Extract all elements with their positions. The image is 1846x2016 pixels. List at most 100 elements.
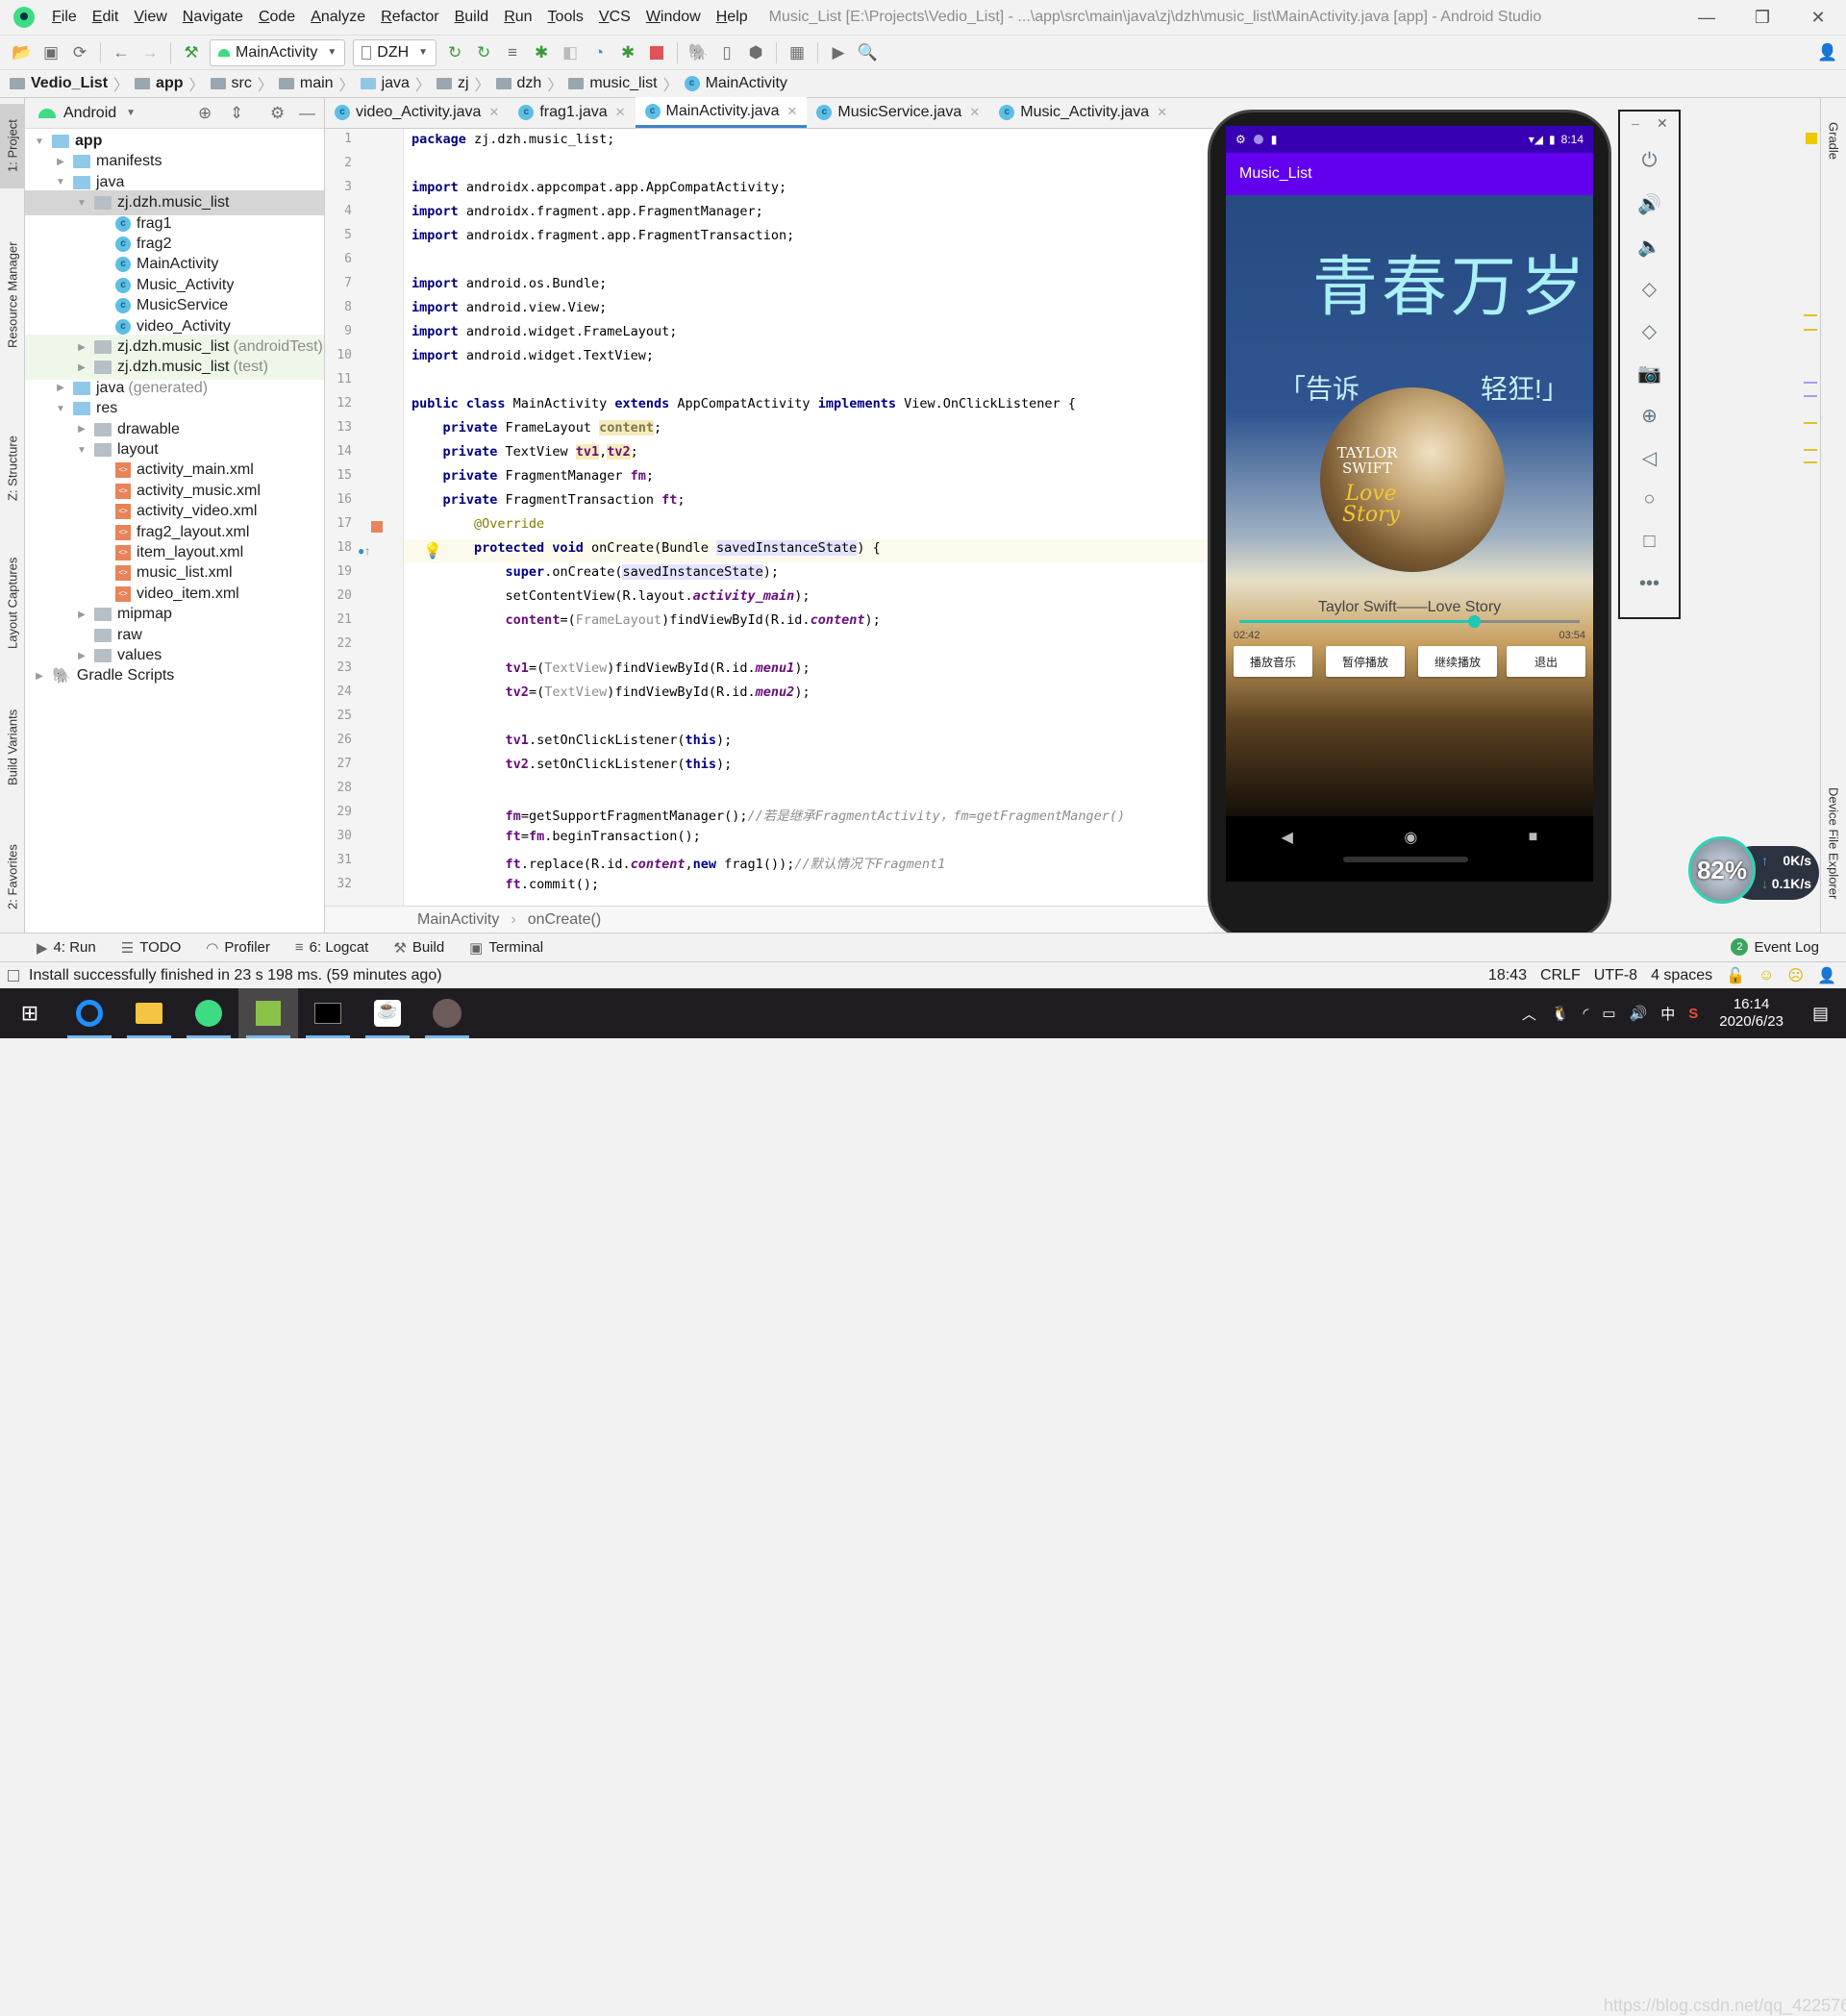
smile-feedback-icon[interactable]: ☺ — [1759, 967, 1774, 984]
code-line[interactable]: ft.replace(R.id.content,new frag1());//默… — [412, 853, 946, 872]
editor-scrollbar[interactable] — [1804, 129, 1817, 906]
lock-icon[interactable]: 🔓 — [1726, 966, 1745, 985]
expand-right-icon[interactable]: ▶ — [75, 610, 88, 620]
lightbulb-icon[interactable]: 💡 — [423, 541, 442, 560]
tab-structure[interactable]: Z: Structure — [0, 415, 25, 521]
tool-windows-toggle-icon[interactable] — [8, 969, 19, 982]
forward-arrow-icon[interactable]: → — [137, 40, 162, 65]
code-line[interactable]: import android.widget.FrameLayout; — [412, 324, 677, 339]
rotate-right-icon[interactable]: ◇ — [1620, 319, 1679, 343]
user-icon[interactable]: 👤 — [1815, 40, 1840, 65]
layout-xml-gutter-icon[interactable] — [371, 521, 383, 533]
code-line[interactable]: super.onCreate(savedInstanceState); — [412, 564, 779, 580]
expand-right-icon[interactable]: ▶ — [33, 671, 46, 682]
breadcrumb-item[interactable]: app — [135, 75, 184, 92]
code-line[interactable]: tv2=(TextView)findViewById(R.id.menu2); — [412, 684, 811, 700]
expand-right-icon[interactable]: ▶ — [75, 362, 88, 373]
breadcrumb-item[interactable]: src — [210, 75, 252, 92]
volume-icon[interactable]: 🔊 — [1630, 1005, 1648, 1022]
play-music-button[interactable]: 播放音乐 — [1234, 646, 1312, 677]
code-line[interactable]: import androidx.fragment.app.FragmentTra… — [412, 228, 794, 243]
tab-device-file-explorer[interactable]: Device File Explorer — [1821, 771, 1846, 915]
avd-manager-icon[interactable]: ▯ — [714, 40, 739, 65]
code-line[interactable]: private FragmentManager fm; — [412, 468, 654, 484]
code-line[interactable]: package zj.dzh.music_list; — [412, 132, 614, 147]
nav-home-icon[interactable]: ◉ — [1404, 828, 1417, 847]
code-line[interactable]: import androidx.appcompat.app.AppCompatA… — [412, 180, 786, 195]
menu-window[interactable]: Window — [638, 9, 709, 26]
tab-project[interactable]: 1: Project — [0, 104, 25, 188]
taskbar-qq-browser[interactable] — [60, 988, 119, 1038]
menu-edit[interactable]: Edit — [85, 9, 127, 26]
expand-down-icon[interactable]: ▼ — [54, 404, 67, 414]
caret-position[interactable]: 18:43 — [1488, 967, 1527, 984]
sync-icon[interactable]: ⟳ — [67, 40, 92, 65]
seek-bar[interactable] — [1239, 615, 1580, 628]
network-speed-widget[interactable]: ↑ 0K/s ↓ 0.1K/s 82% — [1688, 836, 1819, 904]
restore-button[interactable]: ❐ — [1734, 0, 1790, 35]
taskbar-clock[interactable]: 16:14 2020/6/23 — [1719, 996, 1784, 1031]
sogou-ime-icon[interactable]: S — [1688, 1006, 1698, 1022]
editor-tab[interactable]: c MusicService.java ✕ — [807, 97, 989, 128]
menu-refactor[interactable]: Refactor — [373, 9, 446, 26]
breadcrumb-item[interactable]: java — [360, 75, 410, 92]
tab-layout-captures[interactable]: Layout Captures — [0, 540, 25, 665]
code-line[interactable]: private FrameLayout content; — [412, 420, 661, 436]
seek-bar-thumb[interactable] — [1468, 615, 1482, 628]
code-line[interactable]: tv1.setOnClickListener(this); — [412, 733, 733, 748]
gradle-sync-icon[interactable]: 🐘 — [686, 40, 711, 65]
menu-file[interactable]: File — [44, 9, 85, 26]
emulator-screen[interactable]: ⚙ ▮ ▾◢ ▮ 8:14 Music_List 青春万岁 「告诉 轻狂!」 T… — [1226, 126, 1593, 882]
qq-tray-icon[interactable]: 🐧 — [1552, 1005, 1570, 1022]
emulator-close-icon[interactable]: ✕ — [1657, 115, 1668, 132]
close-window-button[interactable]: ✕ — [1790, 0, 1846, 35]
close-tab-icon[interactable]: ✕ — [969, 105, 980, 120]
stop-icon[interactable] — [644, 40, 669, 65]
code-line[interactable]: import androidx.fragment.app.FragmentMan… — [412, 204, 763, 219]
tab-favorites[interactable]: 2: Favorites — [0, 829, 25, 925]
status-message[interactable]: Install successfully finished in 23 s 19… — [29, 967, 442, 984]
apply-changes-restart-icon[interactable]: ↻ — [442, 40, 467, 65]
tool-window-build[interactable]: ⚒ Build — [393, 939, 444, 957]
close-tab-icon[interactable]: ✕ — [615, 105, 626, 120]
home-circle-icon[interactable]: ○ — [1620, 488, 1679, 510]
code-line[interactable]: tv1=(TextView)findViewById(R.id.menu1); — [412, 660, 811, 676]
nav-back-icon[interactable]: ◀ — [1282, 828, 1293, 847]
expand-down-icon[interactable]: ▼ — [33, 137, 46, 147]
breadcrumb-item[interactable]: main — [278, 75, 334, 92]
tool-window-terminal[interactable]: ▣ Terminal — [469, 939, 543, 957]
taskbar-java[interactable]: ☕ — [358, 988, 417, 1038]
code-line[interactable]: private TextView tv1,tv2; — [412, 444, 638, 460]
attach-debugger-icon[interactable]: ◧ — [558, 40, 583, 65]
close-tab-icon[interactable]: ✕ — [786, 104, 797, 119]
indent-setting[interactable]: 4 spaces — [1651, 967, 1712, 984]
taskbar-android-studio[interactable] — [179, 988, 238, 1038]
taskbar-file-explorer[interactable] — [119, 988, 179, 1038]
inspection-status-icon[interactable] — [1806, 133, 1817, 144]
back-arrow-icon[interactable]: ← — [109, 40, 134, 65]
code-line[interactable]: tv2.setOnClickListener(this); — [412, 757, 733, 772]
make-project-hammer-icon[interactable]: ⚒ — [179, 40, 204, 65]
code-editor[interactable]: 1 2 3 4 5 6 7 8 9 10 11 12 13 14 15 16 17 18 19 20 21 22 23 24 2… — [325, 129, 1213, 906]
tool-window-logcat[interactable]: ≡ 6: Logcat — [295, 939, 368, 957]
code-line[interactable]: protected void onCreate(Bundle savedInst… — [412, 540, 881, 556]
code-line[interactable]: setContentView(R.layout.activity_main); — [412, 588, 811, 604]
expand-right-icon[interactable]: ▶ — [75, 424, 88, 435]
code-line[interactable]: content=(FrameLayout)findViewById(R.id.c… — [412, 612, 881, 628]
volume-up-icon[interactable]: 🔊 — [1620, 192, 1679, 216]
line-separator[interactable]: CRLF — [1540, 967, 1581, 984]
code-line[interactable]: private FragmentTransaction ft; — [412, 492, 686, 508]
project-structure-icon[interactable]: ▦ — [785, 40, 810, 65]
tab-resource-manager[interactable]: Resource Manager — [0, 223, 25, 367]
sad-feedback-icon[interactable]: ☹ — [1787, 966, 1804, 985]
input-method-indicator[interactable]: 中 — [1660, 1004, 1675, 1024]
start-button[interactable]: ⊞ — [0, 988, 60, 1038]
editor-tab[interactable]: c MainActivity.java ✕ — [635, 97, 808, 128]
search-icon[interactable]: 🔍 — [855, 40, 880, 65]
editor-tab[interactable]: c frag1.java ✕ — [509, 97, 635, 128]
run-anything-icon[interactable]: ▶ — [826, 40, 851, 65]
breadcrumb-item[interactable]: Vedio_List — [10, 75, 108, 92]
debug-attach-icon[interactable]: ✱ — [615, 40, 640, 65]
run-config-select[interactable]: MainActivity ▼ — [210, 38, 346, 66]
menu-build[interactable]: Build — [447, 9, 497, 26]
